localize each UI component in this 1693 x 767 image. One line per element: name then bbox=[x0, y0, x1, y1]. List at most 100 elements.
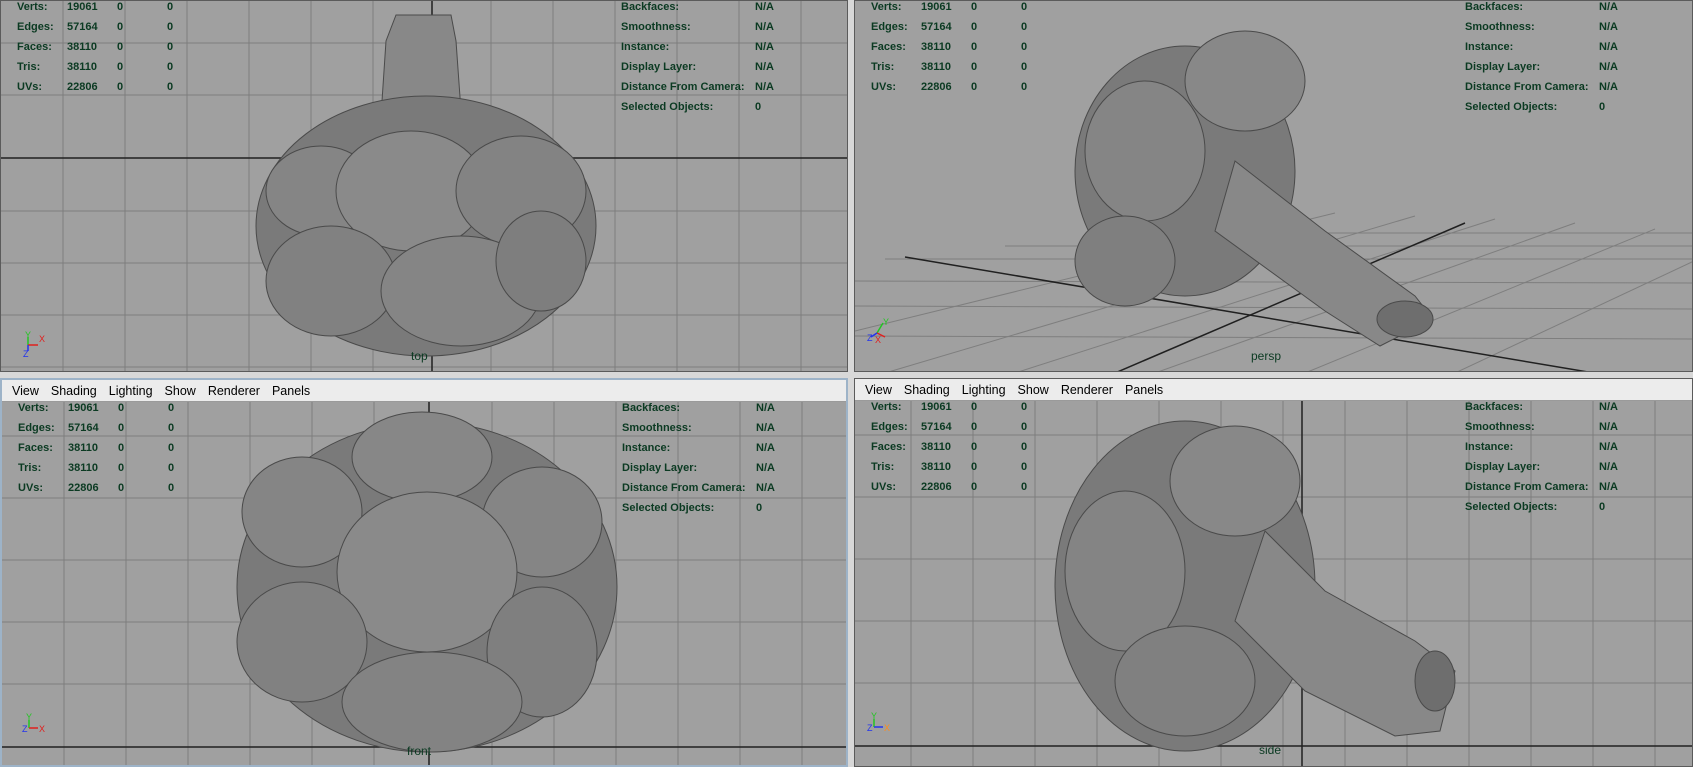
hud-value: 0 bbox=[167, 21, 174, 33]
hud-value: N/A bbox=[755, 21, 774, 33]
menu-lighting[interactable]: Lighting bbox=[962, 383, 1006, 397]
hud-value: 0 bbox=[971, 21, 978, 33]
viewport-side[interactable]: View Shading Lighting Show Renderer Pane… bbox=[854, 378, 1693, 767]
hud-value: N/A bbox=[1599, 21, 1618, 33]
hud-value: 0 bbox=[971, 421, 978, 433]
svg-text:Z: Z bbox=[22, 724, 28, 734]
hud-value: N/A bbox=[756, 402, 775, 414]
hud-value: 38110 bbox=[68, 462, 98, 474]
hud-value: 38110 bbox=[921, 441, 951, 453]
hud-value: 0 bbox=[971, 61, 978, 73]
hud-label: Edges: bbox=[871, 21, 908, 33]
hud-value: 0 bbox=[971, 41, 978, 53]
hud-value: 0 bbox=[117, 41, 124, 53]
hud-value: N/A bbox=[1599, 1, 1618, 13]
hud-value: 0 bbox=[167, 61, 174, 73]
menu-panels[interactable]: Panels bbox=[272, 384, 310, 398]
camera-label: side bbox=[1259, 743, 1282, 757]
hud-label: Verts: bbox=[871, 1, 902, 13]
hud-label: Backfaces: bbox=[621, 1, 680, 13]
hud-value: 0 bbox=[117, 1, 124, 13]
camera-label: persp bbox=[1251, 349, 1282, 363]
hud-label: Smoothness: bbox=[622, 422, 692, 434]
hud-value: 22806 bbox=[921, 81, 952, 93]
hud-object-details: Backfaces: N/A Smoothness: N/A Instance: N/… bbox=[1465, 397, 1618, 517]
hud-value: 0 bbox=[971, 441, 978, 453]
hud-value: 0 bbox=[971, 401, 978, 413]
menu-renderer[interactable]: Renderer bbox=[208, 384, 260, 398]
hud-label: Distance From Camera: bbox=[622, 482, 746, 494]
hud-label: Tris: bbox=[17, 61, 41, 73]
svg-text:Y: Y bbox=[26, 712, 32, 722]
hud-label: Verts: bbox=[18, 402, 49, 414]
hud-label: Selected Objects: bbox=[622, 502, 715, 514]
hud-label: Instance: bbox=[1465, 41, 1514, 53]
hud-label: Selected Objects: bbox=[1465, 101, 1558, 113]
menu-shading[interactable]: Shading bbox=[51, 384, 97, 398]
hud-label: Instance: bbox=[1465, 441, 1514, 453]
axis-gizmo-icon: Y Z X bbox=[867, 317, 889, 345]
hud-value: N/A bbox=[755, 41, 774, 53]
hud-object-details: Backfaces: N/A Smoothness: N/A Instance: N/… bbox=[1465, 1, 1618, 117]
hud-value: N/A bbox=[755, 81, 774, 93]
svg-text:X: X bbox=[39, 724, 45, 734]
viewport-top[interactable]: Verts: 19061 0 0 Edges: 57164 0 0 Faces: 38110 0… bbox=[0, 0, 848, 372]
svg-text:Z: Z bbox=[23, 349, 29, 359]
hud-label: Edges: bbox=[871, 421, 908, 433]
hud-label: Distance From Camera: bbox=[621, 81, 745, 93]
hud-value: N/A bbox=[755, 61, 774, 73]
svg-text:Z: Z bbox=[867, 333, 873, 343]
hud-poly-count: Verts: 19061 0 0 Edges: 57164 0 0 Faces: 38110 0… bbox=[871, 397, 1027, 497]
hud-value: N/A bbox=[756, 482, 775, 494]
hud-value: 0 bbox=[1021, 21, 1028, 33]
menu-show[interactable]: Show bbox=[165, 384, 196, 398]
hud-poly-count: Verts: 19061 0 0 Edges: 57164 0 0 Faces: 38110 0… bbox=[871, 1, 1028, 97]
hud-poly-count: Verts: 19061 0 0 Edges: 57164 0 0 Faces: 38110 0… bbox=[18, 398, 174, 498]
axis-gizmo-icon: Y Z X bbox=[22, 712, 45, 734]
menu-renderer[interactable]: Renderer bbox=[1061, 383, 1113, 397]
hud-value: 0 bbox=[755, 101, 762, 113]
hud-value: N/A bbox=[755, 1, 774, 13]
menu-view[interactable]: View bbox=[865, 383, 892, 397]
menu-view[interactable]: View bbox=[12, 384, 39, 398]
hud-label: UVs: bbox=[871, 81, 897, 93]
menu-shading[interactable]: Shading bbox=[904, 383, 950, 397]
menu-panels[interactable]: Panels bbox=[1125, 383, 1163, 397]
hud-value: 0 bbox=[1021, 401, 1028, 413]
menu-lighting[interactable]: Lighting bbox=[109, 384, 153, 398]
hud-value: 19061 bbox=[921, 1, 952, 13]
hud-value: 0 bbox=[1021, 1, 1028, 13]
hud-value: 0 bbox=[1021, 461, 1028, 473]
hud-value: 0 bbox=[117, 81, 124, 93]
hud-value: 19061 bbox=[68, 402, 99, 414]
hud-value: 0 bbox=[1599, 501, 1606, 513]
hud-value: 0 bbox=[168, 462, 175, 474]
hud-label: Smoothness: bbox=[1465, 21, 1535, 33]
camera-label: top bbox=[411, 349, 428, 363]
hud-object-details: Backfaces: N/A Smoothness: N/A Instance: N/… bbox=[621, 1, 774, 117]
hud-value: N/A bbox=[1599, 481, 1618, 493]
hud-value: 19061 bbox=[921, 401, 952, 413]
hud-value: 0 bbox=[756, 502, 763, 514]
hud-poly-count: Verts: 19061 0 0 Edges: 57164 0 0 Faces: 38110 0… bbox=[17, 1, 174, 97]
hud-label: Display Layer: bbox=[622, 462, 698, 474]
hud-label: Display Layer: bbox=[621, 61, 697, 73]
hud-label: Tris: bbox=[871, 461, 895, 473]
viewport-persp[interactable]: Verts: 19061 0 0 Edges: 57164 0 0 Faces: 38110 0… bbox=[854, 0, 1693, 372]
hud-value: 57164 bbox=[68, 422, 99, 434]
viewport-front[interactable]: View Shading Lighting Show Renderer Pane… bbox=[0, 378, 848, 767]
hud-value: 0 bbox=[971, 81, 978, 93]
svg-text:Y: Y bbox=[25, 330, 31, 340]
hud-value: 57164 bbox=[921, 421, 952, 433]
hud-value: 22806 bbox=[68, 482, 99, 494]
hud-value: N/A bbox=[1599, 61, 1618, 73]
hud-value: 0 bbox=[167, 1, 174, 13]
hud-value: 38110 bbox=[921, 61, 951, 73]
hud-label: Instance: bbox=[622, 442, 671, 454]
broccoli-model-top bbox=[255, 14, 597, 357]
hud-label: Instance: bbox=[621, 41, 670, 53]
broccoli-model-side bbox=[1054, 420, 1456, 752]
menu-show[interactable]: Show bbox=[1018, 383, 1049, 397]
hud-object-details: Backfaces: N/A Smoothness: N/A Instance: N/… bbox=[622, 398, 775, 518]
hud-value: 38110 bbox=[921, 41, 951, 53]
